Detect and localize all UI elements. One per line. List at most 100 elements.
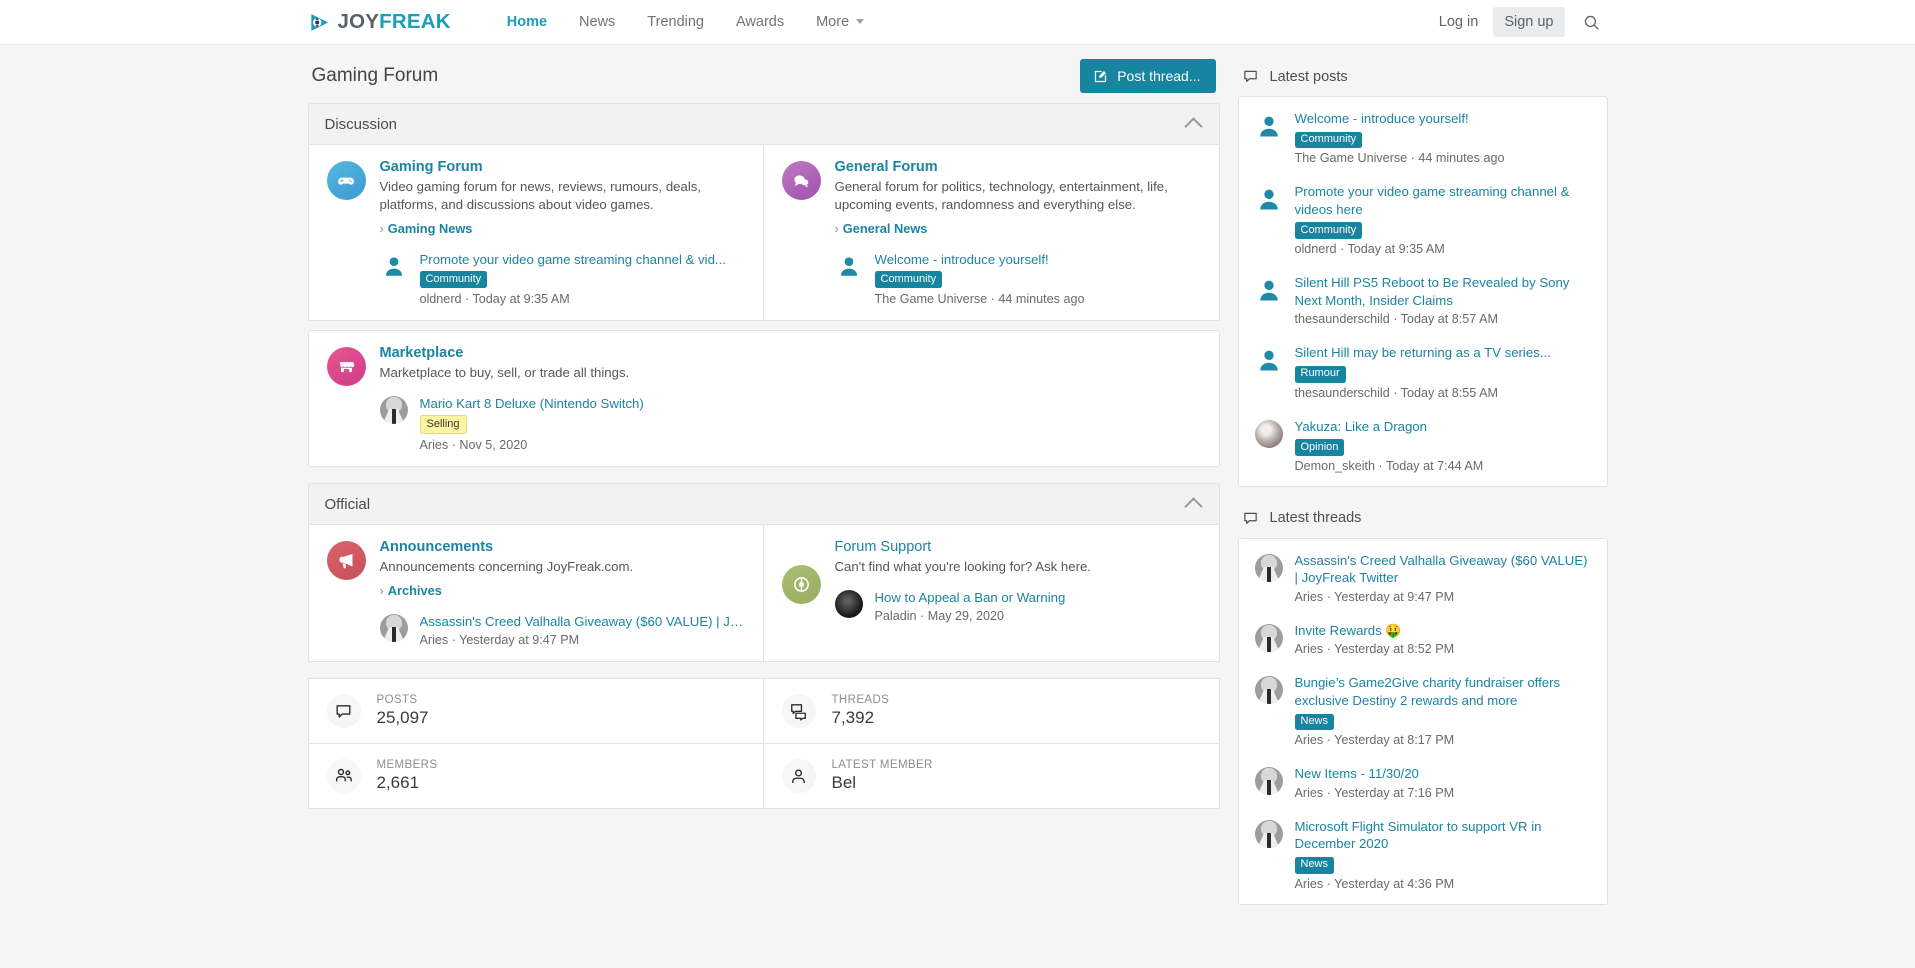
forum-title[interactable]: Gaming Forum [380,159,745,175]
thread-title[interactable]: Bungie’s Game2Give charity fundraiser of… [1295,674,1591,709]
forum-title[interactable]: Announcements [380,539,745,555]
category-header[interactable]: Discussion [307,103,1220,145]
thread-title[interactable]: Assassin's Creed Valhalla Giveaway ($60 … [1295,552,1591,587]
stat-value: 2,661 [376,773,420,793]
comment-icon [1242,68,1259,85]
forum-node-forum-support[interactable]: Forum Support Can't find what you're loo… [763,525,1220,663]
forum-description: Video gaming forum for news, reviews, ru… [379,179,702,213]
widget-title: Latest posts [1269,68,1348,85]
comment-icon [1242,510,1259,527]
avatar [1254,419,1283,448]
logo-wordmark: JOYFREAK [338,10,451,34]
list-item[interactable]: Silent Hill may be returning as a TV ser… [1239,335,1607,408]
forum-node-general-forum[interactable]: General Forum General forum for politics… [763,145,1220,322]
status-badge: Community [1294,131,1363,149]
latest-post-title[interactable]: How to Appeal a Ban or Warning [875,590,1201,605]
category-header[interactable]: Official [307,483,1220,526]
list-item[interactable]: Bungie’s Game2Give charity fundraiser of… [1239,665,1607,756]
comments-icon [781,694,816,729]
subforum-link-archives[interactable]: Archives [380,583,442,598]
search-icon [1583,14,1600,31]
category-title: Discussion [324,115,398,133]
forum-description: Marketplace to buy, sell, or trade all t… [379,365,630,381]
stat-members: MEMBERS 2,661 [307,744,764,810]
stat-label: POSTS [376,694,418,707]
nav-item-more-label: More [816,13,850,30]
latest-post-meta: Paladin · May 29, 2020 [874,609,1005,624]
forum-title[interactable]: General Forum [835,159,1201,175]
forum-node-announcements[interactable]: Announcements Announcements concerning J… [307,525,764,663]
list-item[interactable]: Promote your video game streaming channe… [1239,174,1607,265]
post-title[interactable]: Silent Hill may be returning as a TV ser… [1295,344,1591,362]
latest-post-title[interactable]: Mario Kart 8 Deluxe (Nintendo Switch) [420,396,1201,411]
chat-bubbles-icon [781,161,821,200]
nav-item-home[interactable]: Home [491,0,563,45]
stat-threads: THREADS 7,392 [763,678,1220,745]
chevron-up-icon[interactable] [1183,497,1203,516]
login-button[interactable]: Log in [1428,7,1490,37]
nav-item-news[interactable]: News [563,0,631,45]
latest-post-title[interactable]: Welcome - introduce yourself! [875,252,1201,267]
post-thread-button[interactable]: Post thread... [1080,59,1216,93]
forum-node-gaming-forum[interactable]: Gaming Forum Video gaming forum for news… [307,145,764,322]
list-item[interactable]: Assassin's Creed Valhalla Giveaway ($60 … [1239,543,1607,613]
nav-item-awards[interactable]: Awards [720,0,800,45]
avatar [1254,767,1283,796]
nav-item-more[interactable]: More [800,0,880,45]
forum-description: Can't find what you're looking for? Ask … [834,559,1091,575]
latest-post-row[interactable]: Assassin's Creed Valhalla Giveaway ($60 … [379,614,745,647]
thread-title[interactable]: Invite Rewards 🤑 [1295,622,1591,640]
thread-meta: Aries · Yesterday at 7:16 PM [1294,785,1455,800]
post-title[interactable]: Welcome - introduce yourself! [1295,110,1591,128]
search-button[interactable] [1569,8,1608,37]
top-navbar: JOYFREAK Home News Trending Awards More … [0,0,1915,45]
post-title[interactable]: Promote your video game streaming channe… [1295,183,1591,218]
list-item[interactable]: Invite Rewards 🤑 Aries · Yesterday at 8:… [1239,613,1607,666]
list-item[interactable]: Microsoft Flight Simulator to support VR… [1239,809,1607,900]
nav-item-trending[interactable]: Trending [631,0,720,45]
forum-description: General forum for politics, technology, … [834,179,1168,213]
forum-node-marketplace[interactable]: Marketplace Marketplace to buy, sell, or… [307,330,1220,468]
thread-title[interactable]: Microsoft Flight Simulator to support VR… [1295,818,1591,853]
list-item[interactable]: New Items - 11/30/20 Aries · Yesterday a… [1239,756,1607,809]
category-discussion: Discussion Gaming Forum Video gaming for… [307,103,1220,468]
forum-title[interactable]: Marketplace [380,345,1201,361]
post-meta: thesaunderschild · Today at 8:55 AM [1294,385,1499,400]
megaphone-icon [326,541,366,581]
signup-button[interactable]: Sign up [1493,7,1565,37]
status-badge: Community [1294,222,1363,240]
widget-header: Latest posts [1238,59,1608,96]
avatar [379,614,408,643]
subforum-link-general-news[interactable]: General News [835,221,928,236]
list-item[interactable]: Silent Hill PS5 Reboot to Be Revealed by… [1239,265,1607,335]
subforum-link-gaming-news[interactable]: Gaming News [380,221,473,236]
site-logo[interactable]: JOYFREAK [308,10,451,34]
latest-post-row[interactable]: Promote your video game streaming channe… [379,252,745,306]
forum-title[interactable]: Forum Support [835,539,1201,555]
stat-label: MEMBERS [376,759,438,772]
status-badge: Opinion [1294,439,1345,456]
chevron-up-icon[interactable] [1183,117,1203,136]
avatar [379,396,408,425]
post-title[interactable]: Yakuza: Like a Dragon [1295,418,1591,436]
post-meta: oldnerd · Today at 9:35 AM [1294,242,1445,257]
avatar [1254,553,1283,582]
post-title[interactable]: Silent Hill PS5 Reboot to Be Revealed by… [1295,274,1591,309]
latest-post-title[interactable]: Assassin's Creed Valhalla Giveaway ($60 … [420,614,745,629]
list-item[interactable]: Yakuza: Like a Dragon Opinion Demon_skei… [1239,409,1607,482]
status-badge: Rumour [1294,365,1346,383]
thread-title-text: Invite Rewards [1294,622,1382,638]
stat-latest-member: LATEST MEMBER Bel [763,744,1220,810]
latest-post-row[interactable]: Welcome - introduce yourself! Community … [834,252,1201,306]
latest-post-row[interactable]: Mario Kart 8 Deluxe (Nintendo Switch) Se… [379,396,1201,452]
latest-post-title[interactable]: Promote your video game streaming channe… [420,252,745,267]
thread-title[interactable]: New Items - 11/30/20 [1295,765,1591,783]
thread-meta: Aries · Yesterday at 9:47 PM [1294,589,1455,604]
status-badge: Selling [419,415,467,435]
store-icon [326,347,366,387]
chevron-down-icon [856,19,865,25]
lifering-icon [781,565,821,605]
latest-post-row[interactable]: How to Appeal a Ban or Warning Paladin ·… [834,590,1201,624]
list-item[interactable]: Welcome - introduce yourself! Community … [1239,101,1607,174]
gamepad-icon [326,161,366,200]
